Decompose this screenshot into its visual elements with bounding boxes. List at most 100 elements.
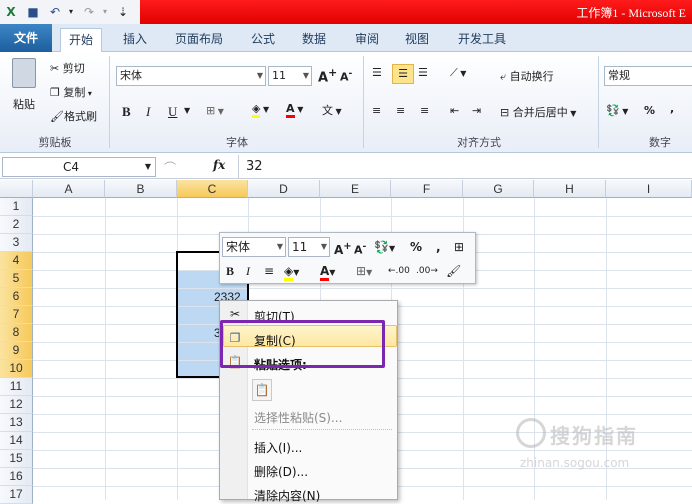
mini-format-table-icon[interactable]: ⊞ [454, 237, 464, 257]
save-icon[interactable]: ■ [24, 3, 42, 21]
tab-file[interactable]: 文件 [0, 24, 52, 52]
grow-font-button[interactable]: A+ [318, 66, 337, 85]
row-header[interactable]: 15 [0, 450, 33, 468]
tab-review[interactable]: 审阅 [347, 28, 387, 52]
border-button[interactable]: ⊞ ▼ [206, 104, 224, 117]
shrink-font-button[interactable]: A- [340, 68, 352, 84]
row-header[interactable]: 5 [0, 270, 33, 288]
underline-button[interactable]: U [168, 104, 177, 120]
tab-view[interactable]: 视图 [397, 28, 437, 52]
paste-option-icon[interactable]: 📋 [252, 379, 272, 401]
align-top-button[interactable]: ☰ [372, 66, 382, 79]
row-header[interactable]: 8 [0, 324, 33, 342]
mini-decrease-decimal-button[interactable]: .00→ [416, 261, 438, 281]
menu-item-paste-special[interactable]: 选择性粘贴(S)... [254, 409, 342, 426]
row-header[interactable]: 1 [0, 198, 33, 216]
italic-button[interactable]: I [146, 104, 150, 120]
column-header[interactable]: H [534, 180, 606, 198]
row-header[interactable]: 9 [0, 342, 33, 360]
row-header[interactable]: 13 [0, 414, 33, 432]
column-header[interactable]: C [177, 180, 248, 198]
comma-style-button[interactable]: , [670, 102, 674, 115]
mini-increase-decimal-button[interactable]: ←.00 [388, 261, 410, 281]
mini-size-combo[interactable]: 11 ▼ [288, 237, 330, 257]
row-header[interactable]: 11 [0, 378, 33, 396]
align-left-button[interactable]: ≡ [372, 104, 381, 117]
tab-page-layout[interactable]: 页面布局 [167, 28, 231, 52]
paste-button[interactable]: 粘贴 [8, 58, 40, 128]
wrap-text-button[interactable]: ⤶ 自动换行 [500, 68, 554, 84]
column-header[interactable]: A [33, 180, 105, 198]
format-painter-button[interactable]: 🖌格式刷 [50, 108, 97, 124]
accounting-format-button[interactable]: 💱 ▼ [606, 104, 628, 117]
mini-font-color-button[interactable]: A▼ [320, 261, 335, 281]
copy-button[interactable]: ❐ 复制 ▾ [50, 84, 92, 100]
undo-dropdown-icon[interactable]: ▾ [62, 3, 80, 21]
customize-quick-access-icon[interactable]: ⇣ [114, 3, 132, 21]
mini-shrink-font-icon[interactable]: A- [354, 237, 366, 257]
percent-style-button[interactable]: % [644, 104, 655, 117]
decrease-indent-icon: ⇤ [450, 104, 460, 117]
mini-grow-font-icon[interactable]: A+ [334, 237, 352, 257]
merge-center-button[interactable]: ⊟ 合并后居中 ▼ [500, 104, 576, 120]
number-group-label: 数字 [649, 136, 671, 149]
column-header[interactable]: I [606, 180, 692, 198]
row-header[interactable]: 3 [0, 234, 33, 252]
fill-color-button[interactable]: ◈ ▼ [252, 102, 269, 118]
row-header[interactable]: 12 [0, 396, 33, 414]
redo-dropdown-icon[interactable]: ▾ [96, 3, 114, 21]
tab-formulas[interactable]: 公式 [243, 28, 283, 52]
menu-item-insert[interactable]: 插入(I)... [254, 439, 302, 456]
orientation-button[interactable]: ⟋ ▼ [450, 66, 466, 80]
chevron-down-icon[interactable]: ▼ [145, 158, 151, 176]
row-header[interactable]: 2 [0, 216, 33, 234]
row-header[interactable]: 17 [0, 486, 33, 504]
mini-fill-color-icon[interactable]: ◈▼ [284, 261, 299, 281]
underline-dropdown-icon[interactable]: ▼ [184, 106, 190, 115]
bold-button[interactable]: B [122, 104, 131, 120]
column-header[interactable]: B [105, 180, 177, 198]
mini-border-icon[interactable]: ⊞▼ [356, 261, 372, 281]
column-header[interactable]: D [248, 180, 320, 198]
row-header[interactable]: 10 [0, 360, 33, 378]
tab-home[interactable]: 开始 [60, 28, 103, 53]
menu-item-clear[interactable]: 清除内容(N) [254, 487, 320, 504]
row-header[interactable]: 4 [0, 252, 33, 270]
insert-function-icon[interactable]: fx [213, 158, 225, 172]
mini-format-painter-icon[interactable]: 🖌 [446, 261, 461, 281]
align-right-button[interactable]: ≡ [420, 104, 429, 117]
font-color-button[interactable]: A ▼ [286, 102, 303, 118]
select-all-corner[interactable] [0, 180, 33, 198]
column-header[interactable]: G [463, 180, 534, 198]
mini-bold-button[interactable]: B [226, 261, 234, 281]
phonetic-button[interactable]: 文 ▼ [322, 102, 342, 118]
mini-percent-button[interactable]: % [410, 237, 422, 257]
align-bottom-button[interactable]: ☰ [418, 66, 428, 79]
row-header[interactable]: 6 [0, 288, 33, 306]
mini-accounting-icon[interactable]: 💱▼ [374, 237, 395, 257]
row-header[interactable]: 16 [0, 468, 33, 486]
number-format-combo[interactable]: 常规 [604, 66, 692, 86]
increase-indent-button[interactable]: ⇥ [472, 104, 481, 117]
align-middle-button[interactable]: ☰ [392, 64, 414, 84]
mini-comma-button[interactable]: , [436, 237, 441, 257]
row-header[interactable]: 14 [0, 432, 33, 450]
align-center-button[interactable]: ≡ [396, 104, 405, 117]
row-header[interactable]: 7 [0, 306, 33, 324]
decrease-indent-button[interactable]: ⇤ [450, 104, 459, 117]
name-box[interactable]: C4 ▼ [2, 157, 156, 177]
column-header[interactable]: E [320, 180, 391, 198]
cut-button[interactable]: ✂ 剪切 [50, 60, 85, 76]
tab-developer[interactable]: 开发工具 [450, 28, 514, 52]
font-name-combo[interactable]: 宋体 ▼ [116, 66, 266, 86]
menu-item-delete[interactable]: 删除(D)... [254, 463, 308, 480]
formula-input[interactable]: 32 [246, 159, 263, 174]
mini-italic-button[interactable]: I [246, 261, 250, 281]
font-size-combo[interactable]: 11 ▼ [268, 66, 312, 86]
tab-insert[interactable]: 插入 [115, 28, 155, 52]
column-header[interactable]: F [391, 180, 463, 198]
tab-data[interactable]: 数据 [294, 28, 334, 52]
mini-font-combo[interactable]: 宋体 ▼ [222, 237, 286, 257]
mini-center-icon[interactable]: ≡ [264, 261, 274, 281]
grid-line [33, 216, 692, 217]
